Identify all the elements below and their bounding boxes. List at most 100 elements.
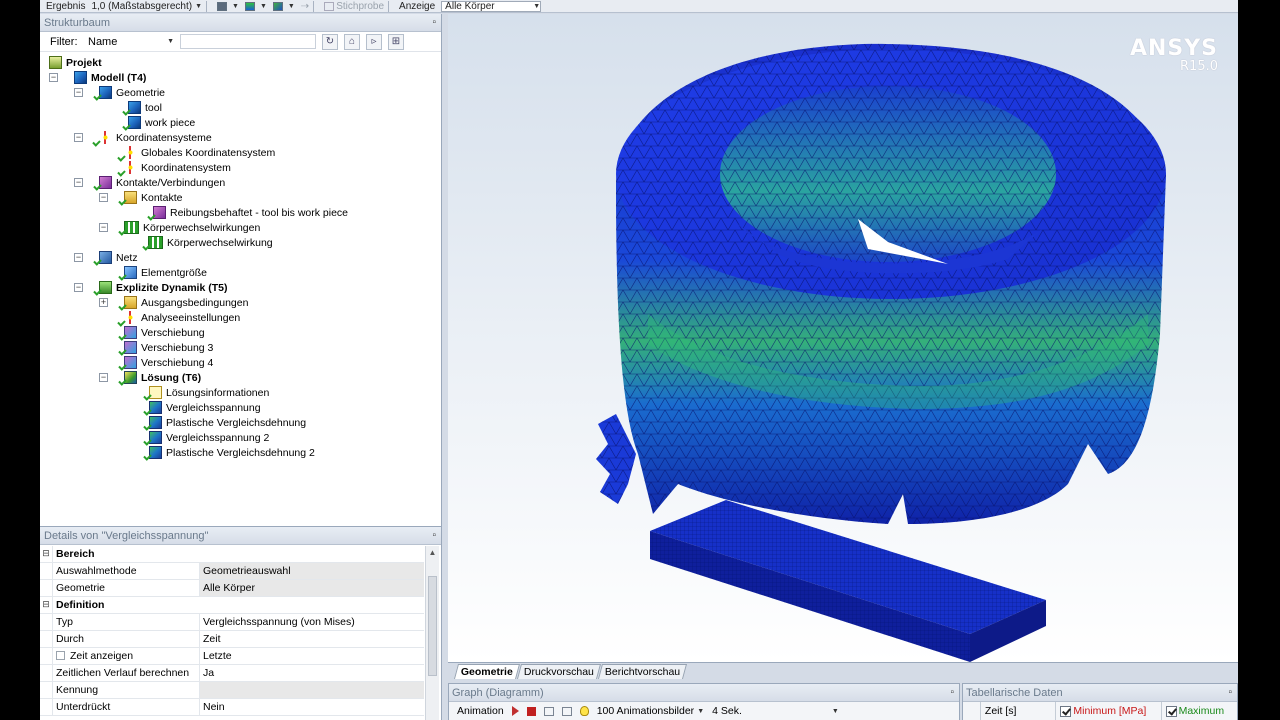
collapse-toggle[interactable]: −: [74, 253, 83, 262]
property-value[interactable]: Zeit: [200, 631, 424, 647]
details-row[interactable]: Unterdrückt Nein: [40, 699, 424, 716]
fea-model-render[interactable]: [448, 14, 1238, 662]
expand-toggle[interactable]: +: [99, 298, 108, 307]
property-name: Auswahlmethode: [53, 563, 200, 579]
play-button[interactable]: [511, 706, 519, 716]
property-value[interactable]: Nein: [200, 699, 424, 715]
tree-item-mesh[interactable]: Netz: [99, 250, 138, 265]
tree-item-friction-contact[interactable]: Reibungsbehaftet - tool bis work piece: [153, 205, 348, 220]
contour-button[interactable]: ▼: [244, 1, 267, 11]
collapse-toggle[interactable]: −: [74, 283, 83, 292]
details-row[interactable]: Geometrie Alle Körper: [40, 580, 424, 597]
tree-item-displacement-3[interactable]: Verschiebung 3: [124, 340, 213, 355]
tree-item-cs[interactable]: Koordinatensystem: [124, 160, 231, 175]
tree-item-plastic-strain[interactable]: Plastische Vergleichsdehnung: [149, 415, 306, 430]
tree-item-displacement-4[interactable]: Verschiebung 4: [124, 355, 213, 370]
filter-input[interactable]: [180, 34, 316, 49]
pin-icon[interactable]: ▫: [432, 17, 436, 28]
stop-button[interactable]: [526, 706, 536, 716]
collapse-toggle[interactable]: −: [99, 223, 108, 232]
collapse-toggle[interactable]: ⊟: [40, 597, 53, 613]
tree-item-label: Ausgangsbedingungen: [141, 296, 249, 309]
details-row[interactable]: Durch Zeit: [40, 631, 424, 648]
tab-print-preview[interactable]: Druckvorschau: [516, 664, 601, 679]
collapse-toggle[interactable]: −: [99, 373, 108, 382]
frame-icon: [543, 706, 554, 716]
scroll-thumb[interactable]: [428, 576, 437, 676]
scale-dropdown[interactable]: 1,0 (Maßstabsgerecht) ▼: [91, 1, 202, 12]
bulb-button[interactable]: [579, 706, 589, 716]
tree-item-equivalent-stress-2[interactable]: Vergleichsspannung 2: [149, 430, 269, 445]
frames-dropdown[interactable]: 100 Animationsbilder ▼: [597, 705, 704, 717]
display-dropdown[interactable]: Alle Körper ▼: [441, 0, 542, 12]
details-row[interactable]: Kennung: [40, 682, 424, 699]
tree-item-body-interactions[interactable]: Körperwechselwirkungen: [124, 220, 260, 235]
collapse-toggle[interactable]: ⊟: [40, 546, 53, 562]
tree-item-solution[interactable]: Lösung (T6): [124, 370, 201, 385]
details-row[interactable]: Auswahlmethode Geometrieauswahl: [40, 563, 424, 580]
collapse-toggle[interactable]: −: [74, 88, 83, 97]
tree-item-work-piece[interactable]: work piece: [128, 115, 195, 130]
scroll-up-icon[interactable]: ▲: [426, 546, 439, 560]
tree-item-body-interaction[interactable]: Körperwechselwirkung: [148, 235, 273, 250]
column-header-maximum[interactable]: Maximum: [1162, 702, 1237, 720]
column-header-minimum[interactable]: Minimum [MPa]: [1056, 702, 1162, 720]
tab-report-preview[interactable]: Berichtvorschau: [597, 664, 688, 679]
column-header-time[interactable]: Zeit [s]: [981, 702, 1057, 720]
collapse-icon[interactable]: ⌂: [344, 33, 360, 50]
tree-item-plastic-strain-2[interactable]: Plastische Vergleichsdehnung 2: [149, 445, 315, 460]
expand-all-icon[interactable]: ⊞: [388, 33, 404, 50]
graphics-viewport[interactable]: ANSYS R15.0: [448, 14, 1238, 662]
tree-item-solution-info[interactable]: Lösungsinformationen: [149, 385, 269, 400]
collapse-toggle[interactable]: −: [74, 178, 83, 187]
tree-item-label: Explizite Dynamik (T5): [116, 281, 228, 294]
pin-icon[interactable]: ▫: [432, 530, 436, 541]
property-value[interactable]: Alle Körper: [200, 580, 424, 596]
next-frame-button[interactable]: [561, 706, 572, 716]
details-category-definition[interactable]: ⊟ Definition: [40, 597, 424, 614]
details-category-scope[interactable]: ⊟ Bereich: [40, 546, 424, 563]
tree-item-geometry[interactable]: Geometrie: [99, 85, 165, 100]
outline-panel-header: Strukturbaum ▫: [40, 14, 441, 32]
duration-dropdown[interactable]: 4 Sek. ▼: [712, 705, 839, 717]
property-value[interactable]: Ja: [200, 665, 424, 681]
property-value[interactable]: Letzte: [200, 648, 424, 664]
tree-item-contacts[interactable]: Kontakte: [124, 190, 182, 205]
tree-item-initial-conditions[interactable]: Ausgangsbedingungen: [124, 295, 248, 310]
expand-icon[interactable]: ▹: [366, 33, 382, 50]
minimum-checkbox[interactable]: [1060, 705, 1072, 717]
previous-frame-button[interactable]: [543, 706, 554, 716]
refresh-icon[interactable]: ↻: [322, 33, 338, 50]
probe-button[interactable]: Stichprobe: [324, 1, 384, 12]
collapse-toggle[interactable]: −: [49, 73, 58, 82]
display-time-checkbox[interactable]: [56, 651, 65, 660]
tree-item-explicit-dynamics[interactable]: Explizite Dynamik (T5): [99, 280, 227, 295]
pin-icon[interactable]: ▫: [1228, 687, 1232, 698]
tree-item-analysis-settings[interactable]: Analyseeinstellungen: [124, 310, 240, 325]
tree-item-displacement[interactable]: Verschiebung: [124, 325, 205, 340]
tree-item-coordinate-systems[interactable]: Koordinatensysteme: [99, 130, 212, 145]
property-value[interactable]: Vergleichsspannung (von Mises): [200, 614, 424, 630]
details-row[interactable]: Zeit anzeigen Letzte: [40, 648, 424, 665]
edges-button[interactable]: ▼: [272, 1, 295, 11]
pin-icon[interactable]: ▫: [950, 687, 954, 698]
collapse-toggle[interactable]: −: [74, 133, 83, 142]
tree-item-element-size[interactable]: Elementgröße: [124, 265, 207, 280]
property-value[interactable]: Geometrieauswahl: [200, 563, 424, 579]
tree-item-connections[interactable]: Kontakte/Verbindungen: [99, 175, 225, 190]
details-scrollbar[interactable]: ▲: [425, 546, 439, 720]
filter-type-dropdown[interactable]: Name ▼: [86, 34, 178, 49]
details-row[interactable]: Zeitlichen Verlauf berechnen Ja: [40, 665, 424, 682]
tree-item-project[interactable]: Projekt: [49, 55, 102, 70]
tab-geometry[interactable]: Geometrie: [453, 664, 520, 679]
tree-item-equivalent-stress[interactable]: Vergleichsspannung: [149, 400, 261, 415]
tree-item-global-cs[interactable]: Globales Koordinatensystem: [124, 145, 275, 160]
maximum-checkbox[interactable]: [1165, 705, 1177, 717]
collapse-toggle[interactable]: −: [99, 193, 108, 202]
geometry-display-button[interactable]: ▼: [217, 1, 239, 11]
details-row[interactable]: Typ Vergleichsspannung (von Mises): [40, 614, 424, 631]
details-header: Details von "Vergleichsspannung" ▫: [40, 527, 441, 545]
tree-item-tool[interactable]: tool: [128, 100, 162, 115]
property-value[interactable]: [200, 682, 424, 698]
tree-item-model[interactable]: Modell (T4): [74, 70, 146, 85]
